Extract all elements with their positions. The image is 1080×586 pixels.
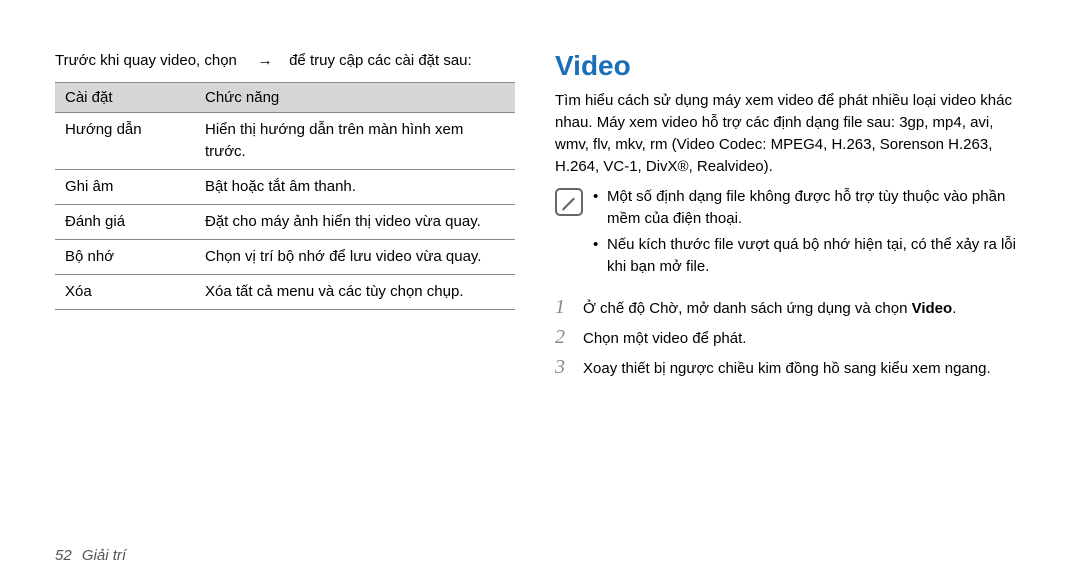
step-list: 1 Ở chế độ Chờ, mở danh sách ứng dụng và… <box>555 296 1025 380</box>
page-footer: 52 Giải trí <box>55 547 126 564</box>
note-box: Một số định dạng file không được hỗ trợ … <box>555 186 1025 282</box>
intro-pre: Trước khi quay video, chọn <box>55 52 237 69</box>
step-text: Chọn một video để phát. <box>583 328 746 350</box>
cell-desc: Bật hoặc tắt âm thanh. <box>195 170 515 205</box>
settings-table: Cài đặt Chức năng Hướng dẫn Hiển thị hướ… <box>55 82 515 310</box>
cell-name: Hướng dẫn <box>55 113 195 170</box>
cell-desc: Hiển thị hướng dẫn trên màn hình xem trư… <box>195 113 515 170</box>
right-column: Video Tìm hiểu cách sử dụng máy xem vide… <box>555 50 1025 386</box>
cell-name: Đánh giá <box>55 205 195 240</box>
table-row: Ghi âm Bật hoặc tắt âm thanh. <box>55 170 515 205</box>
note-icon <box>555 188 583 216</box>
cell-desc: Xóa tất cả menu và các tùy chọn chụp. <box>195 275 515 310</box>
cell-desc: Chọn vị trí bộ nhớ để lưu video vừa quay… <box>195 240 515 275</box>
step-number: 3 <box>555 356 571 378</box>
header-setting: Cài đặt <box>55 83 195 113</box>
section-title: Video <box>555 50 1025 82</box>
intro-text: Trước khi quay video, chọn → để truy cập… <box>55 50 515 72</box>
step-number: 1 <box>555 296 571 318</box>
step-item: 3 Xoay thiết bị ngược chiều kim đồng hồ … <box>555 356 1025 380</box>
table-row: Đánh giá Đặt cho máy ảnh hiển thị video … <box>55 205 515 240</box>
table-row: Bộ nhớ Chọn vị trí bộ nhớ để lưu video v… <box>55 240 515 275</box>
step-number: 2 <box>555 326 571 348</box>
table-row: Hướng dẫn Hiển thị hướng dẫn trên màn hì… <box>55 113 515 170</box>
video-description: Tìm hiểu cách sử dụng máy xem video để p… <box>555 90 1025 178</box>
table-row: Xóa Xóa tất cả menu và các tùy chọn chụp… <box>55 275 515 310</box>
left-column: Trước khi quay video, chọn → để truy cập… <box>55 50 515 386</box>
cell-name: Xóa <box>55 275 195 310</box>
note-item: Một số định dạng file không được hỗ trợ … <box>593 186 1025 230</box>
cell-name: Bộ nhớ <box>55 240 195 275</box>
step-text: Ở chế độ Chờ, mở danh sách ứng dụng và c… <box>583 298 956 320</box>
cell-desc: Đặt cho máy ảnh hiển thị video vừa quay. <box>195 205 515 240</box>
footer-section: Giải trí <box>82 547 126 564</box>
step-item: 2 Chọn một video để phát. <box>555 326 1025 350</box>
page-number: 52 <box>55 547 72 564</box>
cell-name: Ghi âm <box>55 170 195 205</box>
header-function: Chức năng <box>195 83 515 113</box>
step-item: 1 Ở chế độ Chờ, mở danh sách ứng dụng và… <box>555 296 1025 320</box>
note-list: Một số định dạng file không được hỗ trợ … <box>593 186 1025 282</box>
note-item: Nếu kích thước file vượt quá bộ nhớ hiện… <box>593 234 1025 278</box>
arrow-icon: → <box>254 50 277 72</box>
step-text: Xoay thiết bị ngược chiều kim đồng hồ sa… <box>583 358 991 380</box>
table-header-row: Cài đặt Chức năng <box>55 83 515 113</box>
intro-post: để truy cập các cài đặt sau: <box>289 52 472 69</box>
